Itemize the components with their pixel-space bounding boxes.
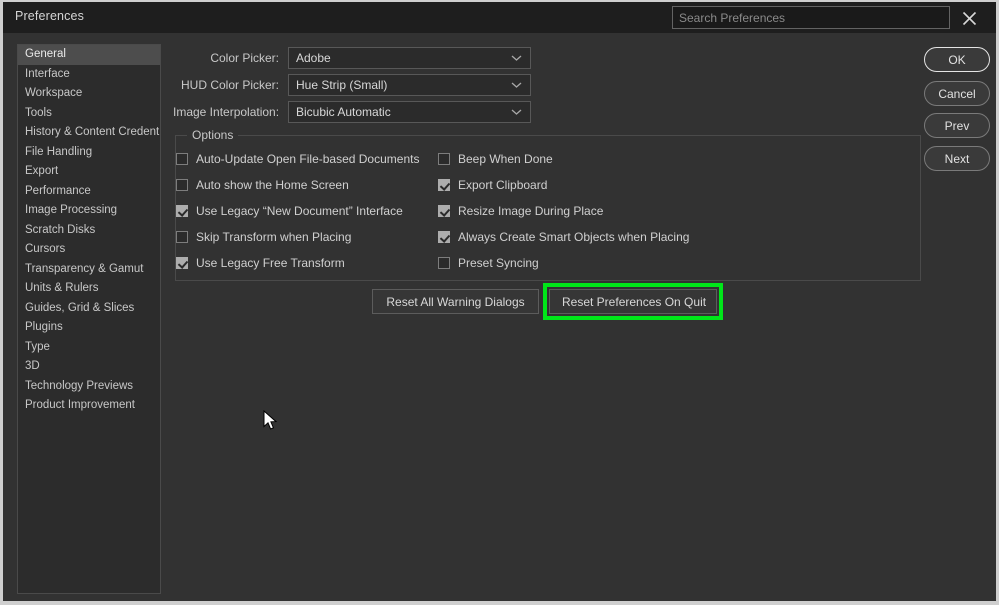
checkbox-use-legacy-new-document-interface[interactable]: Use Legacy “New Document” Interface — [176, 203, 403, 219]
sidebar-item-label: Transparency & Gamut — [25, 262, 144, 275]
sidebar-item-label: Technology Previews — [25, 379, 134, 392]
reset-preferences-on-quit-button[interactable]: Reset Preferences On Quit — [549, 289, 717, 314]
sidebar-item-label: Cursors — [25, 243, 66, 255]
sidebar-item-label: File Handling — [25, 145, 93, 158]
checkbox-box — [176, 231, 188, 243]
cancel-button[interactable]: Cancel — [924, 81, 990, 106]
sidebar-item-label: Export — [25, 165, 59, 177]
search-input[interactable] — [672, 6, 950, 29]
checkbox-box — [438, 257, 450, 269]
sidebar-item-label: Scratch Disks — [25, 223, 96, 236]
sidebar-item-guides-grid-slices[interactable]: Guides, Grid & Slices — [18, 299, 160, 319]
sidebar-item-label: Plugins — [25, 321, 63, 333]
checkbox-label: Use Legacy “New Document” Interface — [196, 204, 403, 218]
sidebar-item-workspace[interactable]: Workspace — [18, 84, 160, 104]
checkbox-label: Resize Image During Place — [458, 204, 604, 218]
checkbox-box — [438, 179, 450, 191]
color-picker-label: Color Picker: — [210, 51, 279, 65]
checkbox-label: Beep When Done — [458, 152, 553, 166]
hud-color-picker-select[interactable]: Hue Strip (Small) — [288, 74, 531, 96]
image-interpolation-label: Image Interpolation: — [173, 105, 280, 119]
sidebar-item-image-processing[interactable]: Image Processing — [18, 201, 160, 221]
preferences-category-list[interactable]: General Interface Workspace Tools Histor… — [17, 44, 161, 594]
checkbox-export-clipboard[interactable]: Export Clipboard — [438, 177, 547, 193]
checkbox-box — [438, 205, 450, 217]
next-button[interactable]: Next — [924, 146, 990, 171]
sidebar-item-label: Performance — [25, 184, 91, 197]
checkbox-label: Auto-Update Open File-based Documents — [196, 152, 420, 166]
checkbox-box — [176, 257, 188, 269]
checkbox-auto-update-open-file-based-documents[interactable]: Auto-Update Open File-based Documents — [176, 151, 419, 167]
chevron-down-icon — [511, 55, 522, 62]
chevron-down-icon — [511, 109, 522, 116]
ok-button[interactable]: OK — [924, 47, 990, 72]
checkbox-label: Auto show the Home Screen — [196, 178, 349, 192]
checkbox-use-legacy-free-transform[interactable]: Use Legacy Free Transform — [176, 255, 345, 271]
close-icon — [962, 11, 977, 26]
hud-color-picker-row: HUD Color Picker: Hue Strip (Small) — [173, 74, 531, 96]
sidebar-item-label: General — [25, 48, 66, 60]
color-picker-select[interactable]: Adobe — [288, 47, 531, 69]
sidebar-item-file-handling[interactable]: File Handling — [18, 143, 160, 163]
close-button[interactable] — [955, 6, 983, 30]
sidebar-item-general[interactable]: General — [18, 45, 160, 65]
prev-button[interactable]: Prev — [924, 113, 990, 138]
checkbox-beep-when-done[interactable]: Beep When Done — [438, 151, 553, 167]
hud-color-picker-value: Hue Strip (Small) — [296, 78, 388, 92]
sidebar-item-3d[interactable]: 3D — [18, 357, 160, 377]
sidebar-item-plugins[interactable]: Plugins — [18, 318, 160, 338]
sidebar-item-units-rulers[interactable]: Units & Rulers — [18, 279, 160, 299]
sidebar-item-label: 3D — [25, 360, 40, 372]
sidebar-item-scratch-disks[interactable]: Scratch Disks — [18, 221, 160, 241]
checkbox-box — [438, 153, 450, 165]
sidebar-item-technology-previews[interactable]: Technology Previews — [18, 377, 160, 397]
checkbox-label: Export Clipboard — [458, 178, 548, 192]
checkbox-always-create-smart-objects-when-placing[interactable]: Always Create Smart Objects when Placing — [438, 229, 689, 245]
color-picker-row: Color Picker: Adobe — [173, 47, 531, 69]
sidebar-item-cursors[interactable]: Cursors — [18, 240, 160, 260]
checkbox-skip-transform-when-placing[interactable]: Skip Transform when Placing — [176, 229, 351, 245]
checkbox-label: Use Legacy Free Transform — [196, 256, 345, 270]
sidebar-item-interface[interactable]: Interface — [18, 65, 160, 85]
sidebar-item-label: Guides, Grid & Slices — [25, 301, 135, 314]
sidebar-item-product-improvement[interactable]: Product Improvement — [18, 396, 160, 416]
checkbox-box — [438, 231, 450, 243]
image-interpolation-row: Image Interpolation: Bicubic Automatic — [173, 101, 531, 123]
sidebar-item-label: Workspace — [25, 87, 83, 99]
sidebar-item-label: Tools — [25, 106, 52, 119]
dialog-titlebar: Preferences — [3, 2, 996, 33]
mouse-cursor-icon — [263, 409, 279, 437]
sidebar-item-label: Product Improvement — [25, 399, 135, 411]
image-interpolation-value: Bicubic Automatic — [296, 105, 391, 119]
reset-all-warning-dialogs-button[interactable]: Reset All Warning Dialogs — [372, 289, 539, 314]
checkbox-resize-image-during-place[interactable]: Resize Image During Place — [438, 203, 603, 219]
sidebar-item-export[interactable]: Export — [18, 162, 160, 182]
checkbox-label: Skip Transform when Placing — [196, 230, 352, 244]
sidebar-item-label: Interface — [25, 67, 70, 80]
checkbox-box — [176, 153, 188, 165]
checkbox-auto-show-the-home-screen[interactable]: Auto show the Home Screen — [176, 177, 349, 193]
sidebar-item-history-credentials[interactable]: History & Content Credentials — [18, 123, 160, 143]
checkbox-label: Preset Syncing — [458, 256, 539, 270]
sidebar-item-performance[interactable]: Performance — [18, 182, 160, 202]
sidebar-item-label: Units & Rulers — [25, 282, 99, 294]
sidebar-item-label: Type — [25, 340, 50, 353]
sidebar-item-type[interactable]: Type — [18, 338, 160, 358]
preferences-dialog: Preferences General Interface Workspace … — [0, 0, 999, 605]
checkbox-label: Always Create Smart Objects when Placing — [458, 230, 690, 244]
options-group-legend: Options — [187, 128, 239, 142]
checkbox-preset-syncing[interactable]: Preset Syncing — [438, 255, 539, 271]
sidebar-item-tools[interactable]: Tools — [18, 104, 160, 124]
sidebar-item-transparency-gamut[interactable]: Transparency & Gamut — [18, 260, 160, 280]
color-picker-value: Adobe — [296, 51, 331, 65]
sidebar-item-label: History & Content Credentials — [25, 126, 161, 138]
sidebar-item-label: Image Processing — [25, 204, 118, 216]
image-interpolation-select[interactable]: Bicubic Automatic — [288, 101, 531, 123]
hud-color-picker-label: HUD Color Picker: — [180, 78, 279, 92]
checkbox-box — [176, 179, 188, 191]
chevron-down-icon — [511, 82, 522, 89]
checkbox-box — [176, 205, 188, 217]
page-title: Preferences — [15, 9, 85, 23]
